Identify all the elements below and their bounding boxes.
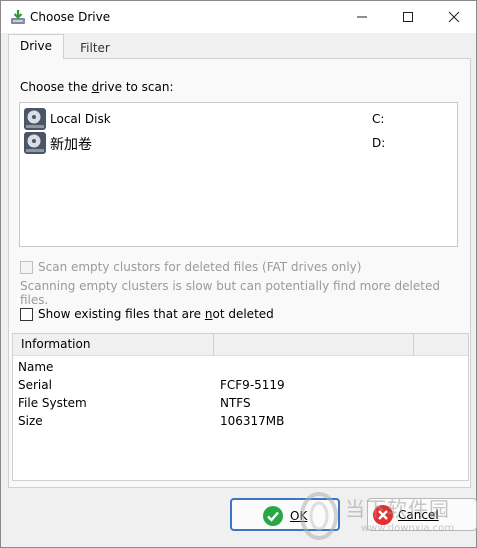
close-icon <box>448 11 460 23</box>
tab-drive[interactable]: Drive <box>8 34 64 59</box>
tab-filter-label: Filter <box>80 41 110 55</box>
show-existing-option: Show existing files that are not deleted <box>20 306 274 322</box>
choose-drive-label: Choose the drive to scan: <box>20 80 174 94</box>
info-row-size: Size 106317MB <box>18 414 458 432</box>
drive-list[interactable]: Local Disk C: 新加卷 D: <box>19 102 458 247</box>
watermark-url: www.downxia.com <box>361 523 455 534</box>
hard-drive-icon <box>24 108 46 130</box>
drive-item-c[interactable]: Local Disk C: <box>23 107 453 131</box>
drive-letter: D: <box>372 136 386 150</box>
info-value: FCF9-5119 <box>220 378 285 392</box>
scan-empty-option: Scan empty clustors for deleted files (F… <box>20 259 361 275</box>
info-key: Size <box>18 414 43 428</box>
close-button[interactable] <box>431 1 477 33</box>
watermark: 当下软件园 www.downxia.com <box>297 489 477 547</box>
maximize-button[interactable] <box>385 1 431 33</box>
tab-drive-label: Drive <box>20 39 52 53</box>
info-row-name: Name <box>18 360 458 378</box>
check-icon <box>263 506 283 526</box>
hard-drive-icon <box>24 132 46 154</box>
watermark-text: 当下软件园 <box>345 497 450 521</box>
drive-tab-panel: Choose the drive to scan: Local Disk C: <box>8 58 471 488</box>
info-key: File System <box>18 396 87 410</box>
drive-name: 新加卷 <box>50 137 92 153</box>
info-value: 106317MB <box>220 414 285 428</box>
watermark-logo-icon <box>300 492 338 540</box>
information-value-column-header[interactable] <box>214 334 414 356</box>
info-row-file-system: File System NTFS <box>18 396 458 414</box>
scan-empty-checkbox[interactable] <box>20 260 33 274</box>
scan-empty-note: Scanning empty clusters is slow but can … <box>20 279 440 307</box>
drive-item-d[interactable]: 新加卷 D: <box>23 131 453 155</box>
drive-name: Local Disk <box>50 112 111 126</box>
title-bar: Choose Drive <box>1 1 476 33</box>
drive-letter: C: <box>372 112 385 126</box>
information-column-header[interactable]: Information <box>13 334 214 356</box>
information-panel: Information Name Serial FCF9-5119 File S… <box>12 333 469 481</box>
information-header: Information <box>13 334 468 356</box>
info-key: Name <box>18 360 54 374</box>
info-value: NTFS <box>220 396 251 410</box>
maximize-icon <box>403 12 413 22</box>
minimize-button[interactable] <box>339 1 385 33</box>
info-key: Serial <box>18 378 52 392</box>
window-title: Choose Drive <box>30 10 111 24</box>
info-row-serial: Serial FCF9-5119 <box>18 378 458 396</box>
app-icon <box>11 10 25 24</box>
show-existing-checkbox[interactable] <box>20 307 33 321</box>
minimize-icon <box>357 16 367 18</box>
show-existing-label: Show existing files that are not deleted <box>38 307 274 321</box>
scan-empty-label: Scan empty clustors for deleted files (F… <box>38 260 362 274</box>
choose-drive-dialog: Choose Drive Drive Filter Choose the dri… <box>0 0 477 548</box>
